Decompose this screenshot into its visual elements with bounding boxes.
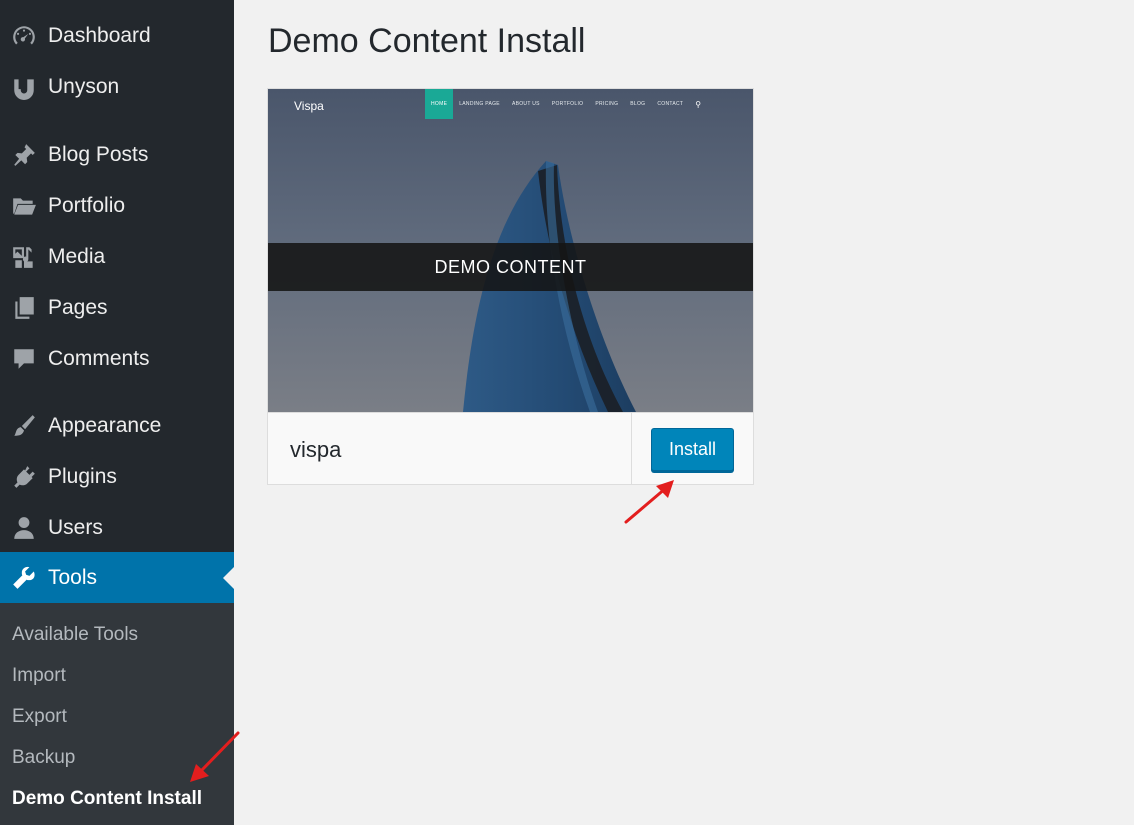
sidebar-item-label: Dashboard (48, 23, 151, 47)
sidebar-item-label: Portfolio (48, 193, 126, 217)
sidebar-item-media[interactable]: Media (0, 231, 234, 282)
tools-submenu: Available Tools Import Export Backup Dem… (0, 603, 234, 825)
footer-divider (631, 413, 632, 485)
sidebar-item-plugins[interactable]: Plugins (0, 451, 234, 502)
sidebar-item-label: Comments (48, 346, 150, 370)
preview-site-nav: Vispa HOME LANDING PAGE ABOUT US PORTFOL… (268, 89, 753, 119)
sidebar-item-label: Tools (48, 565, 98, 589)
preview-nav-links: HOME LANDING PAGE ABOUT US PORTFOLIO PRI… (425, 89, 701, 119)
sidebar-item-label: Pages (48, 295, 108, 319)
sidebar-item-dashboard[interactable]: Dashboard (0, 10, 234, 61)
preview-nav-blog: BLOG (630, 101, 646, 107)
sidebar-item-blog-posts[interactable]: Blog Posts (0, 129, 234, 180)
sidebar-item-label: Users (48, 515, 103, 539)
preview-nav-contact: CONTACT (657, 101, 684, 107)
active-indicator (223, 566, 234, 589)
demo-card-footer: vispa Install (268, 412, 753, 485)
dashboard-icon (0, 23, 48, 49)
wrench-icon (0, 565, 48, 591)
sidebar-item-label: Appearance (48, 413, 162, 437)
submenu-item-export[interactable]: Export (12, 706, 67, 728)
submenu-item-demo-content-install[interactable]: Demo Content Install (12, 788, 202, 810)
media-icon (0, 244, 48, 270)
comment-icon (0, 346, 48, 372)
plugin-icon (0, 464, 48, 490)
preview-nav-portfolio: PORTFOLIO (551, 101, 584, 107)
submenu-item-backup[interactable]: Backup (12, 747, 75, 769)
sidebar-item-portfolio[interactable]: Portfolio (0, 180, 234, 231)
admin-sidebar: Dashboard Unyson Blog Posts Portfolio Me… (0, 0, 234, 825)
pages-icon (0, 295, 48, 321)
preview-nav-about-us: ABOUT US (511, 101, 540, 107)
install-button[interactable]: Install (651, 428, 734, 471)
page-title: Demo Content Install (268, 22, 586, 60)
sidebar-item-label: Blog Posts (48, 142, 149, 166)
demo-preview-image: Vispa HOME LANDING PAGE ABOUT US PORTFOL… (268, 89, 753, 412)
sidebar-item-label: Unyson (48, 74, 120, 98)
unyson-icon (0, 74, 48, 100)
demo-card: Vispa HOME LANDING PAGE ABOUT US PORTFOL… (267, 88, 754, 485)
search-icon: ⚲ (695, 99, 702, 109)
pin-icon (0, 142, 48, 168)
submenu-item-available-tools[interactable]: Available Tools (12, 624, 138, 646)
folder-icon (0, 193, 48, 219)
user-icon (0, 515, 48, 541)
submenu-item-import[interactable]: Import (12, 665, 66, 687)
sidebar-item-tools[interactable]: Tools (0, 552, 234, 603)
sidebar-item-label: Media (48, 244, 106, 268)
preview-nav-pricing: PRICING (595, 101, 619, 107)
brush-icon (0, 413, 48, 439)
sidebar-item-label: Plugins (48, 464, 117, 488)
preview-nav-home: HOME (425, 89, 454, 119)
sidebar-item-appearance[interactable]: Appearance (0, 400, 234, 451)
demo-content-band: DEMO CONTENT (268, 243, 753, 291)
theme-name: vispa (290, 437, 342, 462)
sidebar-item-unyson[interactable]: Unyson (0, 61, 234, 112)
sidebar-item-pages[interactable]: Pages (0, 282, 234, 333)
sidebar-item-comments[interactable]: Comments (0, 333, 234, 384)
preview-nav-landing-page: LANDING PAGE (459, 101, 500, 107)
sidebar-item-users[interactable]: Users (0, 502, 234, 553)
preview-site-logo: Vispa (294, 99, 324, 113)
